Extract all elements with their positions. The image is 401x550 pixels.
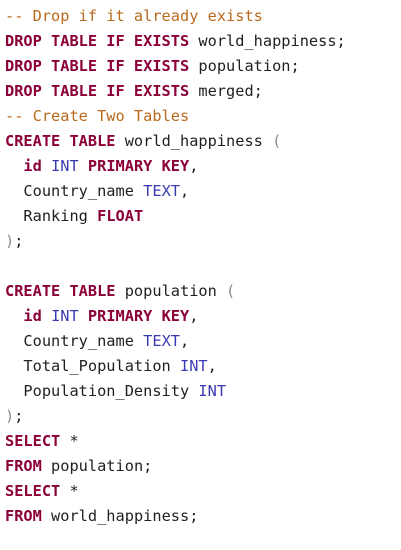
- code-line: );: [5, 404, 401, 429]
- code-line: DROP TABLE IF EXISTS population;: [5, 54, 401, 79]
- code-line: );: [5, 229, 401, 254]
- code-token: FLOAT: [97, 207, 144, 225]
- code-token: ;: [14, 232, 24, 250]
- code-token: *: [60, 432, 79, 450]
- code-token: world_happiness: [115, 132, 273, 150]
- code-token: PRIMARY KEY: [87, 157, 190, 175]
- code-token: ,: [180, 182, 190, 200]
- code-token: Total_Population: [5, 357, 180, 375]
- code-line: Ranking FLOAT: [5, 204, 401, 229]
- code-line: Country_name TEXT,: [5, 329, 401, 354]
- code-token: SELECT: [5, 432, 61, 450]
- code-line: DROP TABLE IF EXISTS world_happiness;: [5, 29, 401, 54]
- code-line: DROP TABLE IF EXISTS merged;: [5, 79, 401, 104]
- code-token: population;: [189, 57, 300, 75]
- code-token: -- Drop if it already exists: [5, 7, 263, 25]
- code-token: population;: [41, 457, 153, 475]
- code-token: SELECT: [5, 482, 61, 500]
- code-token: ,: [189, 157, 199, 175]
- code-token: CREATE TABLE: [5, 282, 116, 300]
- code-token: FROM: [5, 507, 42, 525]
- code-token: Population_Density: [5, 382, 199, 400]
- code-line: FROM world_happiness;: [5, 504, 401, 529]
- code-line: CREATE TABLE world_happiness (: [5, 129, 401, 154]
- sql-code-editor[interactable]: -- Drop if it already exists DROP TABLE I…: [5, 4, 401, 529]
- code-token: INT: [198, 382, 227, 400]
- code-line: -- Drop if it already exists: [5, 4, 401, 29]
- code-line: Total_Population INT,: [5, 354, 401, 379]
- code-token: DROP TABLE IF EXISTS: [5, 57, 190, 75]
- code-line: SELECT *: [5, 429, 401, 454]
- code-token: ,: [180, 332, 190, 350]
- code-token: population: [115, 282, 227, 300]
- code-token: world_happiness;: [189, 32, 346, 50]
- code-token: TEXT: [143, 182, 180, 200]
- code-token: id: [23, 307, 42, 325]
- code-line: Population_Density INT: [5, 379, 401, 404]
- code-token: ;: [14, 407, 24, 425]
- code-token: ): [5, 407, 15, 425]
- code-line: FROM population;: [5, 454, 401, 479]
- code-token: id: [23, 157, 42, 175]
- code-token: merged;: [189, 82, 263, 100]
- code-token: FROM: [5, 457, 42, 475]
- code-token: ,: [207, 357, 217, 375]
- code-token: (: [226, 282, 236, 300]
- code-token: Country_name: [5, 182, 144, 200]
- code-line: id INT PRIMARY KEY,: [5, 304, 401, 329]
- code-token: TEXT: [143, 332, 180, 350]
- code-token: DROP TABLE IF EXISTS: [5, 82, 190, 100]
- code-token: Country_name: [5, 332, 144, 350]
- code-token: world_happiness;: [41, 507, 199, 525]
- code-line: SELECT *: [5, 479, 401, 504]
- code-line: -- Create Two Tables: [5, 104, 401, 129]
- code-line: Country_name TEXT,: [5, 179, 401, 204]
- code-line: id INT PRIMARY KEY,: [5, 154, 401, 179]
- code-token: INT: [179, 357, 208, 375]
- code-token: ,: [189, 307, 199, 325]
- code-token: PRIMARY KEY: [87, 307, 190, 325]
- code-token: Ranking: [5, 207, 98, 225]
- code-token: INT: [51, 157, 79, 175]
- code-token: ): [5, 232, 15, 250]
- code-token: *: [60, 482, 79, 500]
- code-token: -- Create Two Tables: [5, 107, 190, 125]
- code-token: DROP TABLE IF EXISTS: [5, 32, 190, 50]
- code-token: (: [272, 132, 282, 150]
- code-line: CREATE TABLE population (: [5, 279, 401, 304]
- code-token: INT: [51, 307, 79, 325]
- code-token: CREATE TABLE: [5, 132, 116, 150]
